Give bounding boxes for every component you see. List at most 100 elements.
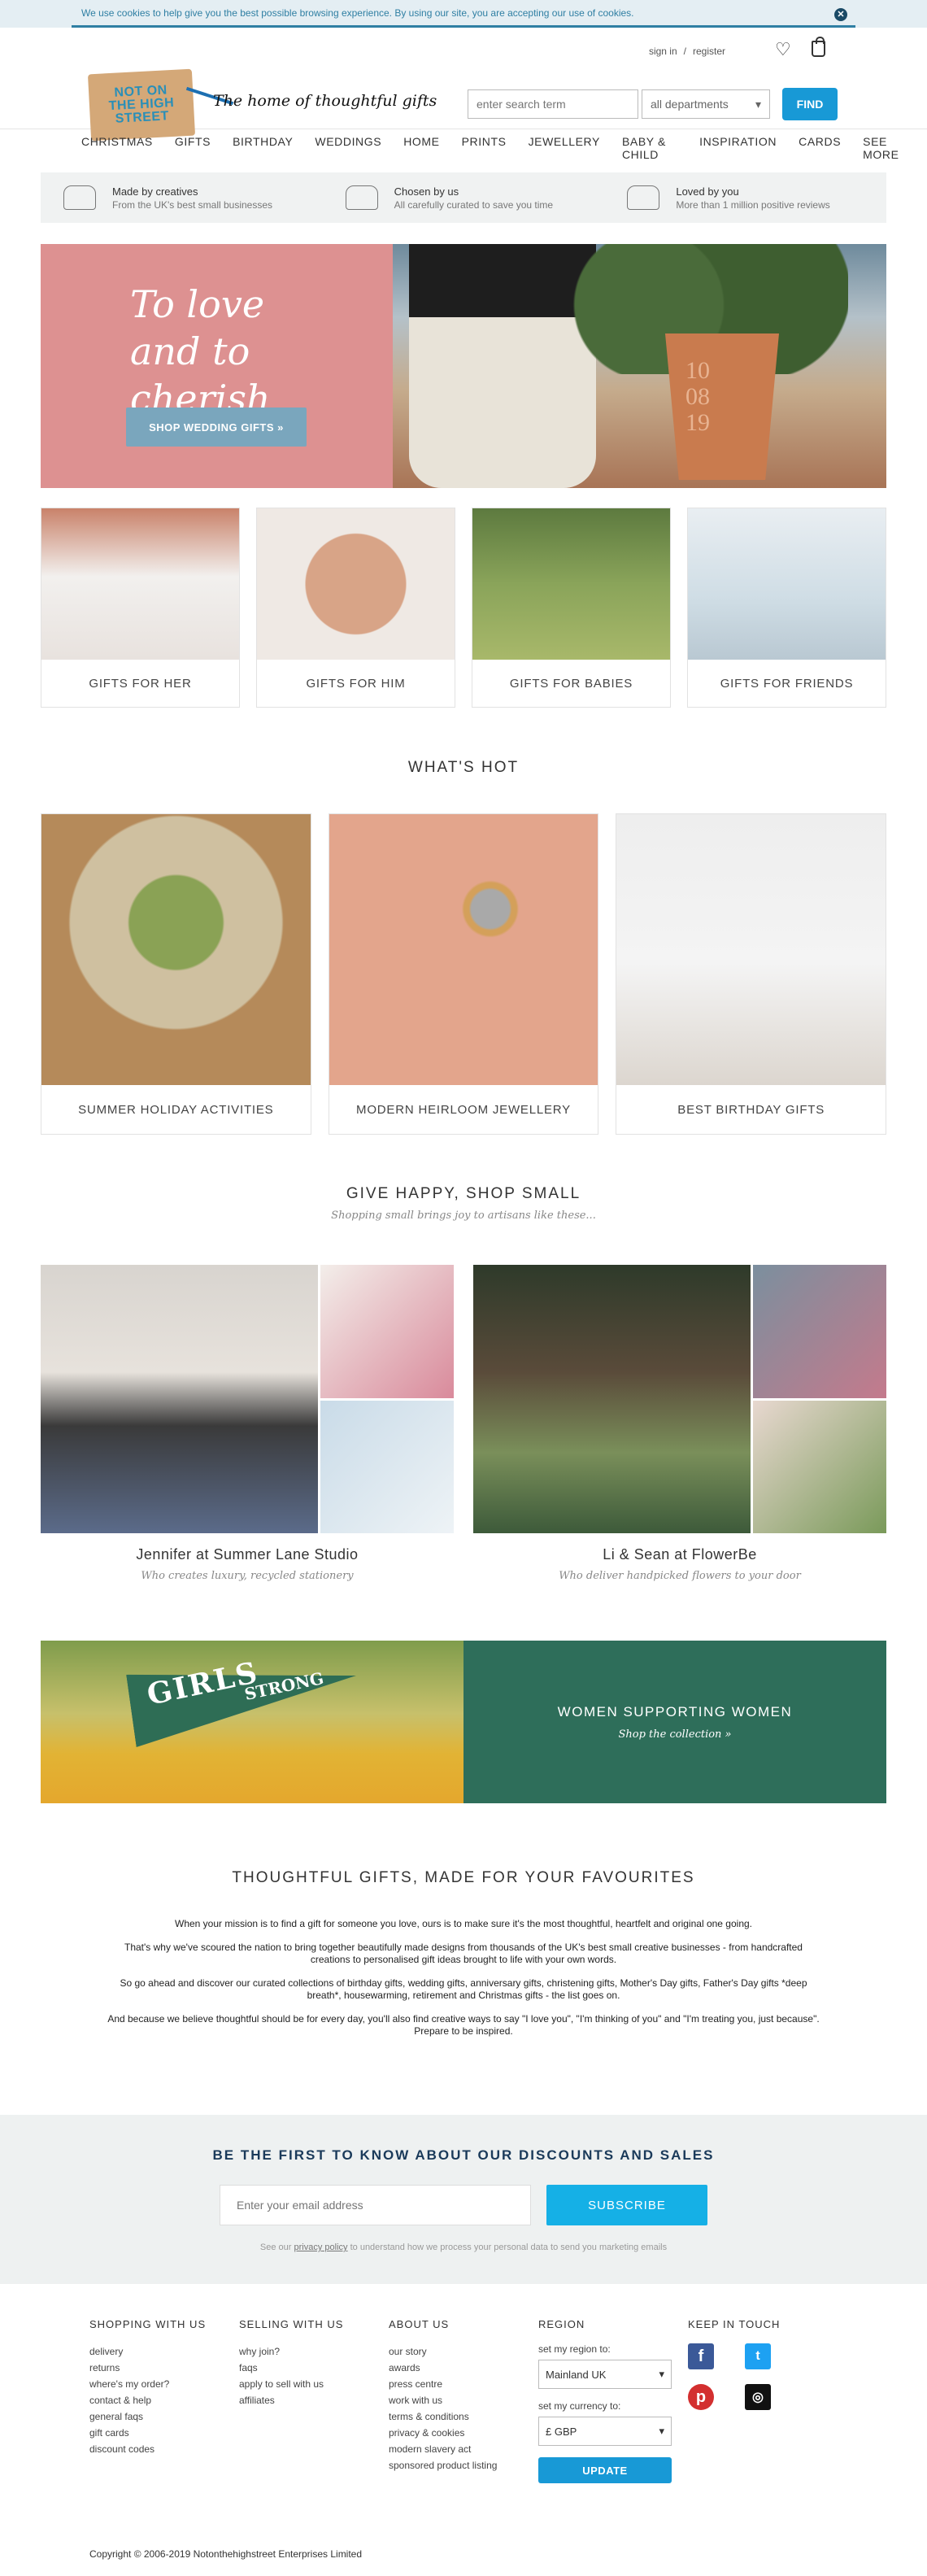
- intro-paragraph: That's why we've scoured the nation to b…: [124, 1942, 803, 1965]
- category-image: [688, 508, 886, 660]
- hot-label: SUMMER HOLIDAY ACTIVITIES: [78, 1102, 274, 1117]
- category-tile-him[interactable]: GIFTS FOR HIM: [256, 508, 455, 708]
- footer-link[interactable]: returns: [89, 2360, 239, 2376]
- footer-shopping: SHOPPING WITH US delivery returns where'…: [89, 2318, 239, 2483]
- nav-weddings[interactable]: WEDDINGS: [315, 135, 381, 161]
- nav-cards[interactable]: CARDS: [799, 135, 841, 161]
- close-icon[interactable]: ✕: [834, 8, 847, 21]
- usp-item: Made by creatives From the UK's best sma…: [41, 172, 323, 223]
- feature-title: WOMEN SUPPORTING WOMEN: [557, 1703, 793, 1720]
- site-logo[interactable]: NOT ON THE HIGH STREET: [87, 68, 234, 142]
- footer-link[interactable]: where's my order?: [89, 2376, 239, 2392]
- feature-banner[interactable]: GIRLS STRONG WOMEN SUPPORTING WOMEN Shop…: [41, 1641, 886, 1803]
- intro-text: When your mission is to find a gift for …: [106, 1918, 821, 2049]
- privacy-policy-link[interactable]: privacy policy: [294, 2243, 348, 2252]
- category-tile-babies[interactable]: GIFTS FOR BABIES: [472, 508, 671, 708]
- nav-christmas[interactable]: CHRISTMAS: [81, 135, 153, 161]
- footer-link[interactable]: press centre: [389, 2376, 538, 2392]
- footer-link[interactable]: general faqs: [89, 2408, 239, 2425]
- update-button[interactable]: UPDATE: [538, 2457, 672, 2483]
- shop-small-subtitle: Shopping small brings joy to artisans li…: [331, 1210, 596, 1222]
- footer-link[interactable]: awards: [389, 2360, 538, 2376]
- instagram-icon[interactable]: ◎: [745, 2384, 771, 2410]
- maker-images: [473, 1265, 886, 1533]
- nav-baby-child[interactable]: BABY & CHILD: [622, 135, 677, 161]
- twitter-icon[interactable]: t: [745, 2343, 771, 2369]
- intro-paragraph: So go ahead and discover our curated col…: [120, 1977, 807, 2001]
- heart-icon[interactable]: ♡: [775, 39, 791, 60]
- nav-birthday[interactable]: BIRTHDAY: [233, 135, 293, 161]
- search-input[interactable]: [468, 89, 638, 119]
- register-link[interactable]: register: [693, 46, 725, 57]
- nav-gifts[interactable]: GIFTS: [175, 135, 211, 161]
- footer-link[interactable]: privacy & cookies: [389, 2425, 538, 2441]
- footer-link[interactable]: affiliates: [239, 2392, 389, 2408]
- whats-hot-title: WHAT'S HOT: [407, 759, 520, 776]
- category-tile-friends[interactable]: GIFTS FOR FRIENDS: [687, 508, 886, 708]
- region-value: Mainland UK: [546, 2368, 607, 2381]
- category-label: GIFTS FOR FRIENDS: [720, 676, 854, 691]
- maker-card[interactable]: Jennifer at Summer Lane Studio Who creat…: [41, 1265, 454, 1582]
- footer-link[interactable]: discount codes: [89, 2441, 239, 2457]
- footer-link[interactable]: terms & conditions: [389, 2408, 538, 2425]
- sign-in-link[interactable]: sign in: [649, 46, 677, 57]
- nav-prints[interactable]: PRINTS: [462, 135, 507, 161]
- category-label: GIFTS FOR HER: [89, 676, 192, 691]
- hot-card[interactable]: BEST BIRTHDAY GIFTS: [616, 813, 887, 1135]
- copyright: Copyright © 2006-2019 Notonthehighstreet…: [89, 2548, 363, 2560]
- intro-title: THOUGHTFUL GIFTS, MADE FOR YOUR FAVOURIT…: [232, 1869, 695, 1886]
- footer-link[interactable]: sponsored product listing: [389, 2457, 538, 2474]
- email-field[interactable]: [220, 2185, 531, 2225]
- department-value: all departments: [651, 98, 729, 111]
- hot-label: BEST BIRTHDAY GIFTS: [677, 1102, 825, 1117]
- footer-link[interactable]: contact & help: [89, 2392, 239, 2408]
- pinterest-icon[interactable]: p: [688, 2384, 714, 2410]
- nav-inspiration[interactable]: INSPIRATION: [699, 135, 777, 161]
- subscribe-button[interactable]: SUBSCRIBE: [546, 2185, 707, 2225]
- newsletter-section: BE THE FIRST TO KNOW ABOUT OUR DISCOUNTS…: [0, 2115, 927, 2284]
- logo-line-3: STREET: [115, 109, 170, 126]
- currency-select[interactable]: £ GBP ▾: [538, 2417, 672, 2446]
- shop-wedding-gifts-button[interactable]: SHOP WEDDING GIFTS »: [126, 408, 307, 447]
- shop-collection-link[interactable]: Shop the collection »: [618, 1728, 731, 1741]
- category-tile-her[interactable]: GIFTS FOR HER: [41, 508, 240, 708]
- usp-item: Chosen by us All carefully curated to sa…: [323, 172, 605, 223]
- nav-jewellery[interactable]: JEWELLERY: [529, 135, 600, 161]
- facebook-icon[interactable]: f: [688, 2343, 714, 2369]
- department-select[interactable]: all departments ▾: [642, 89, 770, 119]
- category-image: [472, 508, 670, 660]
- find-button[interactable]: FIND: [782, 88, 838, 120]
- bag-icon[interactable]: [812, 37, 825, 57]
- intro-paragraph: When your mission is to find a gift for …: [175, 1918, 752, 1929]
- nav-home[interactable]: HOME: [403, 135, 439, 161]
- footer-link[interactable]: modern slavery act: [389, 2441, 538, 2457]
- hot-card[interactable]: SUMMER HOLIDAY ACTIVITIES: [41, 813, 311, 1135]
- footer-link[interactable]: gift cards: [89, 2425, 239, 2441]
- chevron-down-icon: ▾: [659, 2425, 664, 2437]
- footer-link[interactable]: delivery: [89, 2343, 239, 2360]
- whats-hot-grid: SUMMER HOLIDAY ACTIVITIES MODERN HEIRLOO…: [41, 813, 887, 1135]
- nav-see-more[interactable]: SEE MORE: [863, 135, 905, 161]
- footer-link[interactable]: our story: [389, 2343, 538, 2360]
- hot-card[interactable]: MODERN HEIRLOOM JEWELLERY: [328, 813, 599, 1135]
- hot-label: MODERN HEIRLOOM JEWELLERY: [356, 1102, 571, 1117]
- footer-link[interactable]: apply to sell with us: [239, 2376, 389, 2392]
- shop-small-title: GIVE HAPPY, SHOP SMALL: [346, 1185, 581, 1202]
- usp-subtitle: All carefully curated to save you time: [394, 198, 554, 211]
- usp-title: Made by creatives: [112, 185, 198, 198]
- main-nav: CHRISTMAS GIFTS BIRTHDAY WEDDINGS HOME P…: [81, 135, 927, 161]
- footer-link[interactable]: work with us: [389, 2392, 538, 2408]
- heart-hands-icon: [627, 185, 660, 210]
- region-label: set my region to:: [538, 2343, 611, 2355]
- feature-panel: WOMEN SUPPORTING WOMEN Shop the collecti…: [464, 1641, 886, 1803]
- footer-link[interactable]: why join?: [239, 2343, 389, 2360]
- feature-image: GIRLS STRONG: [41, 1641, 464, 1803]
- link-separator: /: [683, 46, 686, 57]
- hero-banner[interactable]: To love and to cherish SHOP WEDDING GIFT…: [41, 244, 886, 488]
- maker-card[interactable]: Li & Sean at FlowerBe Who deliver handpi…: [473, 1265, 886, 1582]
- footer-region: REGION set my region to: Mainland UK ▾ s…: [538, 2318, 688, 2483]
- region-select[interactable]: Mainland UK ▾: [538, 2360, 672, 2389]
- usp-subtitle: More than 1 million positive reviews: [676, 198, 830, 211]
- social-links: f t p ◎: [688, 2343, 838, 2410]
- footer-link[interactable]: faqs: [239, 2360, 389, 2376]
